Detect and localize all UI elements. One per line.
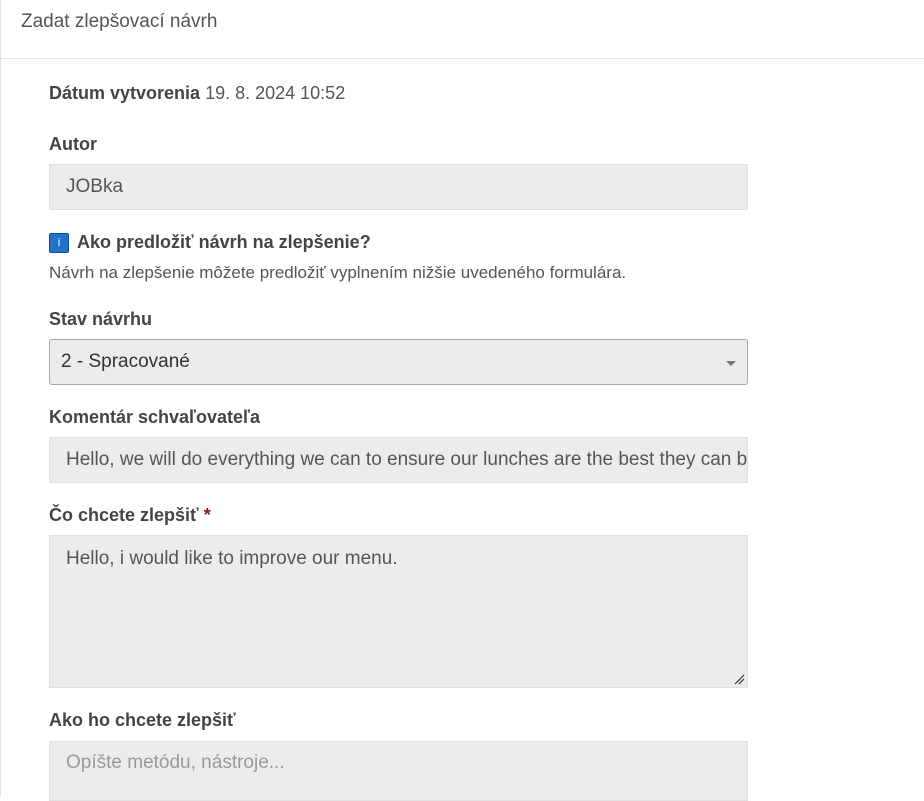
info-icon: i (49, 232, 69, 253)
what-improve-label: Čo chcete zlepšiť * (49, 505, 211, 526)
info-title: Ako predložiť návrh na zlepšenie? (77, 232, 371, 252)
info-heading: i Ako predložiť návrh na zlepšenie? (49, 232, 371, 253)
status-selected-value: 2 - Spracované (61, 351, 190, 372)
approver-comment-field[interactable]: Hello, we will do everything we can to e… (49, 437, 748, 483)
info-description: Návrh na zlepšenie môžete predložiť vypl… (49, 263, 627, 282)
author-label: Autor (49, 134, 97, 154)
how-improve-placeholder: Opíšte metódu, nástroje... (66, 752, 285, 773)
how-improve-textarea[interactable]: Opíšte metódu, nástroje... (49, 741, 748, 801)
created-row: Dátum vytvorenia 19. 8. 2024 10:52 (49, 83, 345, 104)
suggestion-panel: Zadat zlepšovací návrh Dátum vytvorenia … (0, 0, 924, 801)
status-label: Stav návrhu (49, 309, 153, 329)
chevron-down-icon (726, 361, 736, 366)
status-select[interactable]: 2 - Spracované (49, 339, 748, 385)
what-improve-label-text: Čo chcete zlepšiť (49, 505, 199, 525)
author-field: JOBka (49, 164, 748, 210)
approver-comment-label: Komentár schvaľovateľa (49, 407, 260, 427)
panel-header: Zadat zlepšovací návrh (1, 0, 924, 59)
panel-title: Zadat zlepšovací návrh (21, 11, 218, 32)
created-label: Dátum vytvorenia (49, 83, 201, 103)
resize-handle-icon[interactable] (733, 673, 745, 685)
required-mark: * (203, 505, 211, 525)
how-improve-label: Ako ho chcete zlepšiť (49, 710, 236, 730)
what-improve-textarea[interactable]: Hello, i would like to improve our menu. (49, 535, 748, 688)
what-improve-value: Hello, i would like to improve our menu. (66, 548, 398, 569)
created-value: 19. 8. 2024 10:52 (205, 83, 346, 103)
